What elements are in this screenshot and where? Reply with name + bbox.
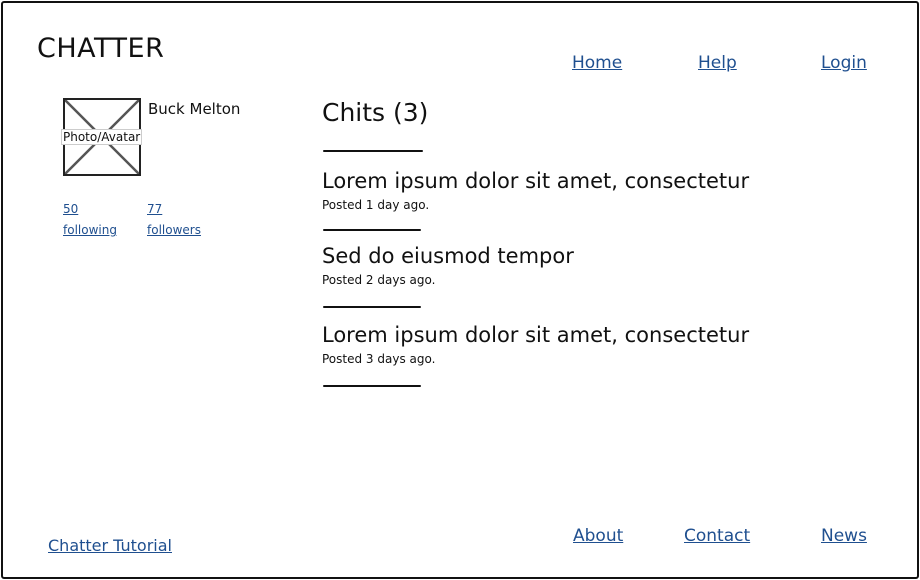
tutorial-link[interactable]: Chatter Tutorial	[48, 536, 172, 555]
followers-label: followers	[147, 223, 201, 237]
following-link[interactable]: 50 following	[63, 199, 117, 241]
page-frame: CHATTER Home Help Login Photo/Avatar Buc…	[1, 1, 919, 579]
nav-login-link[interactable]: Login	[821, 53, 867, 73]
avatar-label: Photo/Avatar	[61, 129, 143, 145]
followers-count: 77	[147, 202, 163, 216]
divider	[323, 306, 421, 308]
footer-about-link[interactable]: About	[573, 526, 623, 546]
chit-title: Lorem ipsum dolor sit amet, consectetur	[322, 169, 750, 193]
chit-title: Sed do eiusmod tempor	[322, 244, 574, 268]
footer-news-link[interactable]: News	[821, 526, 867, 546]
following-count: 50	[63, 202, 79, 216]
chit-timestamp: Posted 1 day ago.	[322, 198, 430, 212]
chit-timestamp: Posted 2 days ago.	[322, 273, 436, 287]
followers-link[interactable]: 77 followers	[147, 199, 201, 241]
footer-contact-link[interactable]: Contact	[684, 526, 750, 546]
divider	[323, 150, 423, 152]
app-logo: CHATTER	[37, 33, 165, 64]
divider	[323, 229, 421, 231]
following-label: following	[63, 223, 117, 237]
profile-name: Buck Melton	[148, 100, 241, 118]
chits-heading: Chits (3)	[322, 98, 429, 127]
divider	[323, 385, 421, 387]
nav-home-link[interactable]: Home	[572, 53, 622, 73]
avatar: Photo/Avatar	[61, 98, 143, 176]
nav-help-link[interactable]: Help	[698, 53, 737, 73]
chit-timestamp: Posted 3 days ago.	[322, 352, 436, 366]
chit-title: Lorem ipsum dolor sit amet, consectetur	[322, 323, 750, 347]
